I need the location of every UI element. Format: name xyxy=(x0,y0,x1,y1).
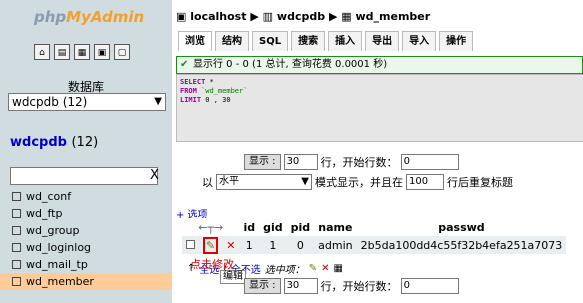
home-icon[interactable]: ⌂ xyxy=(34,44,50,60)
sidebar-item-wd-mail-tp[interactable]: wd_mail_tp xyxy=(12,256,172,273)
table-header-row: ←┬→ id gid pid name passwd xyxy=(182,218,567,236)
phpmyadmin-logo[interactable]: phpMyAdmin xyxy=(34,8,144,26)
table-icon: ▦ xyxy=(341,10,352,23)
database-icon: ▥ xyxy=(262,10,274,23)
table-icon xyxy=(12,209,21,218)
chevron-down-icon: ▼ xyxy=(301,176,309,187)
query-icon[interactable]: ▣ xyxy=(94,44,110,60)
paging-controls: 显示 : 30 行，开始行数： 0 xyxy=(244,154,459,170)
tab-insert[interactable]: 插入 xyxy=(328,31,363,51)
main-panel: ▣ localhost ▶ ▥ wdcpdb ▶ ▦ wd_member 浏览 … xyxy=(172,0,583,303)
sql-icon[interactable]: ▤ xyxy=(54,44,70,60)
success-notice: ✔ 显示行 0 - 0 (1 总计, 查询花费 0.0001 秒) xyxy=(176,56,583,74)
table-icon xyxy=(12,243,21,252)
edit-tooltip: 编辑 xyxy=(220,270,246,284)
breadcrumb-server[interactable]: localhost xyxy=(190,10,246,23)
edit-icon[interactable]: ✎ xyxy=(203,236,219,254)
with-selected-label: 选中项： xyxy=(264,265,305,276)
cell-pid: 0 xyxy=(296,238,304,252)
bulk-edit-icon[interactable]: ✎ xyxy=(309,263,317,274)
display-mode-controls: 以 水平 ▼ 模式显示，并且在 100 行后重复标题 xyxy=(202,174,513,190)
rows-input[interactable]: 30 xyxy=(283,154,318,170)
column-header-gid[interactable]: gid xyxy=(259,218,287,236)
rows-label-bottom: 行，开始行数： xyxy=(320,280,398,293)
table-icon xyxy=(12,192,21,201)
tab-export[interactable]: 导出 xyxy=(365,31,400,51)
breadcrumb-separator: ▶ xyxy=(250,10,259,23)
cell-gid: 1 xyxy=(269,238,277,252)
breadcrumb-separator: ▶ xyxy=(328,10,338,23)
column-resize-arrows[interactable]: ←┬→ xyxy=(182,218,239,236)
repeat-headers-input[interactable]: 100 xyxy=(406,174,444,190)
breadcrumb-db[interactable]: wdcpdb xyxy=(277,10,325,23)
notice-text: 显示行 0 - 0 (1 总计, 查询花费 0.0001 秒) xyxy=(193,59,388,70)
row-checkbox[interactable] xyxy=(186,239,195,249)
bulk-export-icon[interactable]: ▦ xyxy=(334,263,343,274)
start-row-input[interactable]: 0 xyxy=(400,154,459,170)
show-button-bottom[interactable]: 显示 : xyxy=(244,278,281,294)
settings-icon[interactable]: ▢ xyxy=(114,44,130,60)
sidebar-item-wd-member[interactable]: wd_member xyxy=(0,273,172,290)
table-list: wd_conf wd_ftp wd_group wd_loginlog wd_m… xyxy=(0,188,172,290)
column-header-passwd[interactable]: passwd xyxy=(357,218,567,236)
show-button[interactable]: 显示 : xyxy=(244,154,281,170)
tab-browse[interactable]: 浏览 xyxy=(178,31,212,51)
check-icon: ✔ xyxy=(180,59,189,70)
tab-sql[interactable]: SQL xyxy=(252,31,289,51)
table-filter-input[interactable] xyxy=(10,167,158,185)
rows-label: 行，开始行数： xyxy=(320,156,398,169)
column-header-id[interactable]: id xyxy=(239,218,259,236)
cell-passwd: 2b5da100dd4c55f32b4efa251a7073 xyxy=(360,238,563,252)
repeat-label: 行后重复标题 xyxy=(447,176,513,189)
tab-operations[interactable]: 操作 xyxy=(439,31,474,51)
table-icon xyxy=(12,277,21,286)
tab-structure[interactable]: 结构 xyxy=(215,31,249,51)
docs-icon[interactable]: ▦ xyxy=(74,44,90,60)
filter-clear-button[interactable]: X xyxy=(150,168,159,183)
start-row-input-bottom[interactable]: 0 xyxy=(400,278,459,294)
tab-import[interactable]: 导入 xyxy=(402,31,437,51)
column-header-pid[interactable]: pid xyxy=(287,218,315,236)
tab-bar: 浏览 结构 SQL 搜索 插入 导出 导入 操作 xyxy=(178,31,474,51)
sidebar-item-wd-group[interactable]: wd_group xyxy=(12,222,172,239)
paging-controls-bottom: 显示 : 30 行，开始行数： 0 xyxy=(244,278,459,294)
sidebar: phpMyAdmin ⌂ ▤ ▦ ▣ ▢ 数据库 wdcpdb (12) ▼ wd… xyxy=(0,0,172,303)
column-header-name[interactable]: name xyxy=(314,218,356,236)
db-select[interactable]: wdcpdb (12) ▼ xyxy=(8,93,166,111)
sql-query-box: SELECT * FROM `wd_member` LIMIT 0 , 30 xyxy=(176,74,583,142)
rows-input-bottom[interactable]: 30 xyxy=(283,278,318,294)
sidebar-item-wd-conf[interactable]: wd_conf xyxy=(12,188,172,205)
chevron-down-icon: ▼ xyxy=(154,96,162,107)
db-title[interactable]: wdcpdb (12) xyxy=(10,135,98,150)
cell-name: admin xyxy=(318,238,353,252)
delete-icon[interactable]: ✕ xyxy=(226,239,235,252)
cell-id: 1 xyxy=(245,238,253,252)
bulk-delete-icon[interactable]: ✕ xyxy=(321,263,329,274)
server-icon: ▣ xyxy=(176,10,187,23)
in-label: 以 xyxy=(202,176,213,189)
breadcrumb-table[interactable]: wd_member xyxy=(356,10,431,23)
sidebar-item-wd-loginlog[interactable]: wd_loginlog xyxy=(12,239,172,256)
mode-label: 模式显示，并且在 xyxy=(315,176,403,189)
sidebar-item-wd-ftp[interactable]: wd_ftp xyxy=(12,205,172,222)
nav-icons: ⌂ ▤ ▦ ▣ ▢ xyxy=(34,44,130,60)
table-icon xyxy=(12,260,21,269)
mode-select[interactable]: 水平 ▼ xyxy=(216,174,312,190)
tab-search[interactable]: 搜索 xyxy=(291,31,326,51)
table-icon xyxy=(12,226,21,235)
results-table: ←┬→ id gid pid name passwd ✎ ✕ 1 1 0 adm… xyxy=(182,218,567,254)
breadcrumb: ▣ localhost ▶ ▥ wdcpdb ▶ ▦ wd_member xyxy=(176,10,430,23)
table-row: ✎ ✕ 1 1 0 admin 2b5da100dd4c55f32b4efa25… xyxy=(182,236,567,254)
